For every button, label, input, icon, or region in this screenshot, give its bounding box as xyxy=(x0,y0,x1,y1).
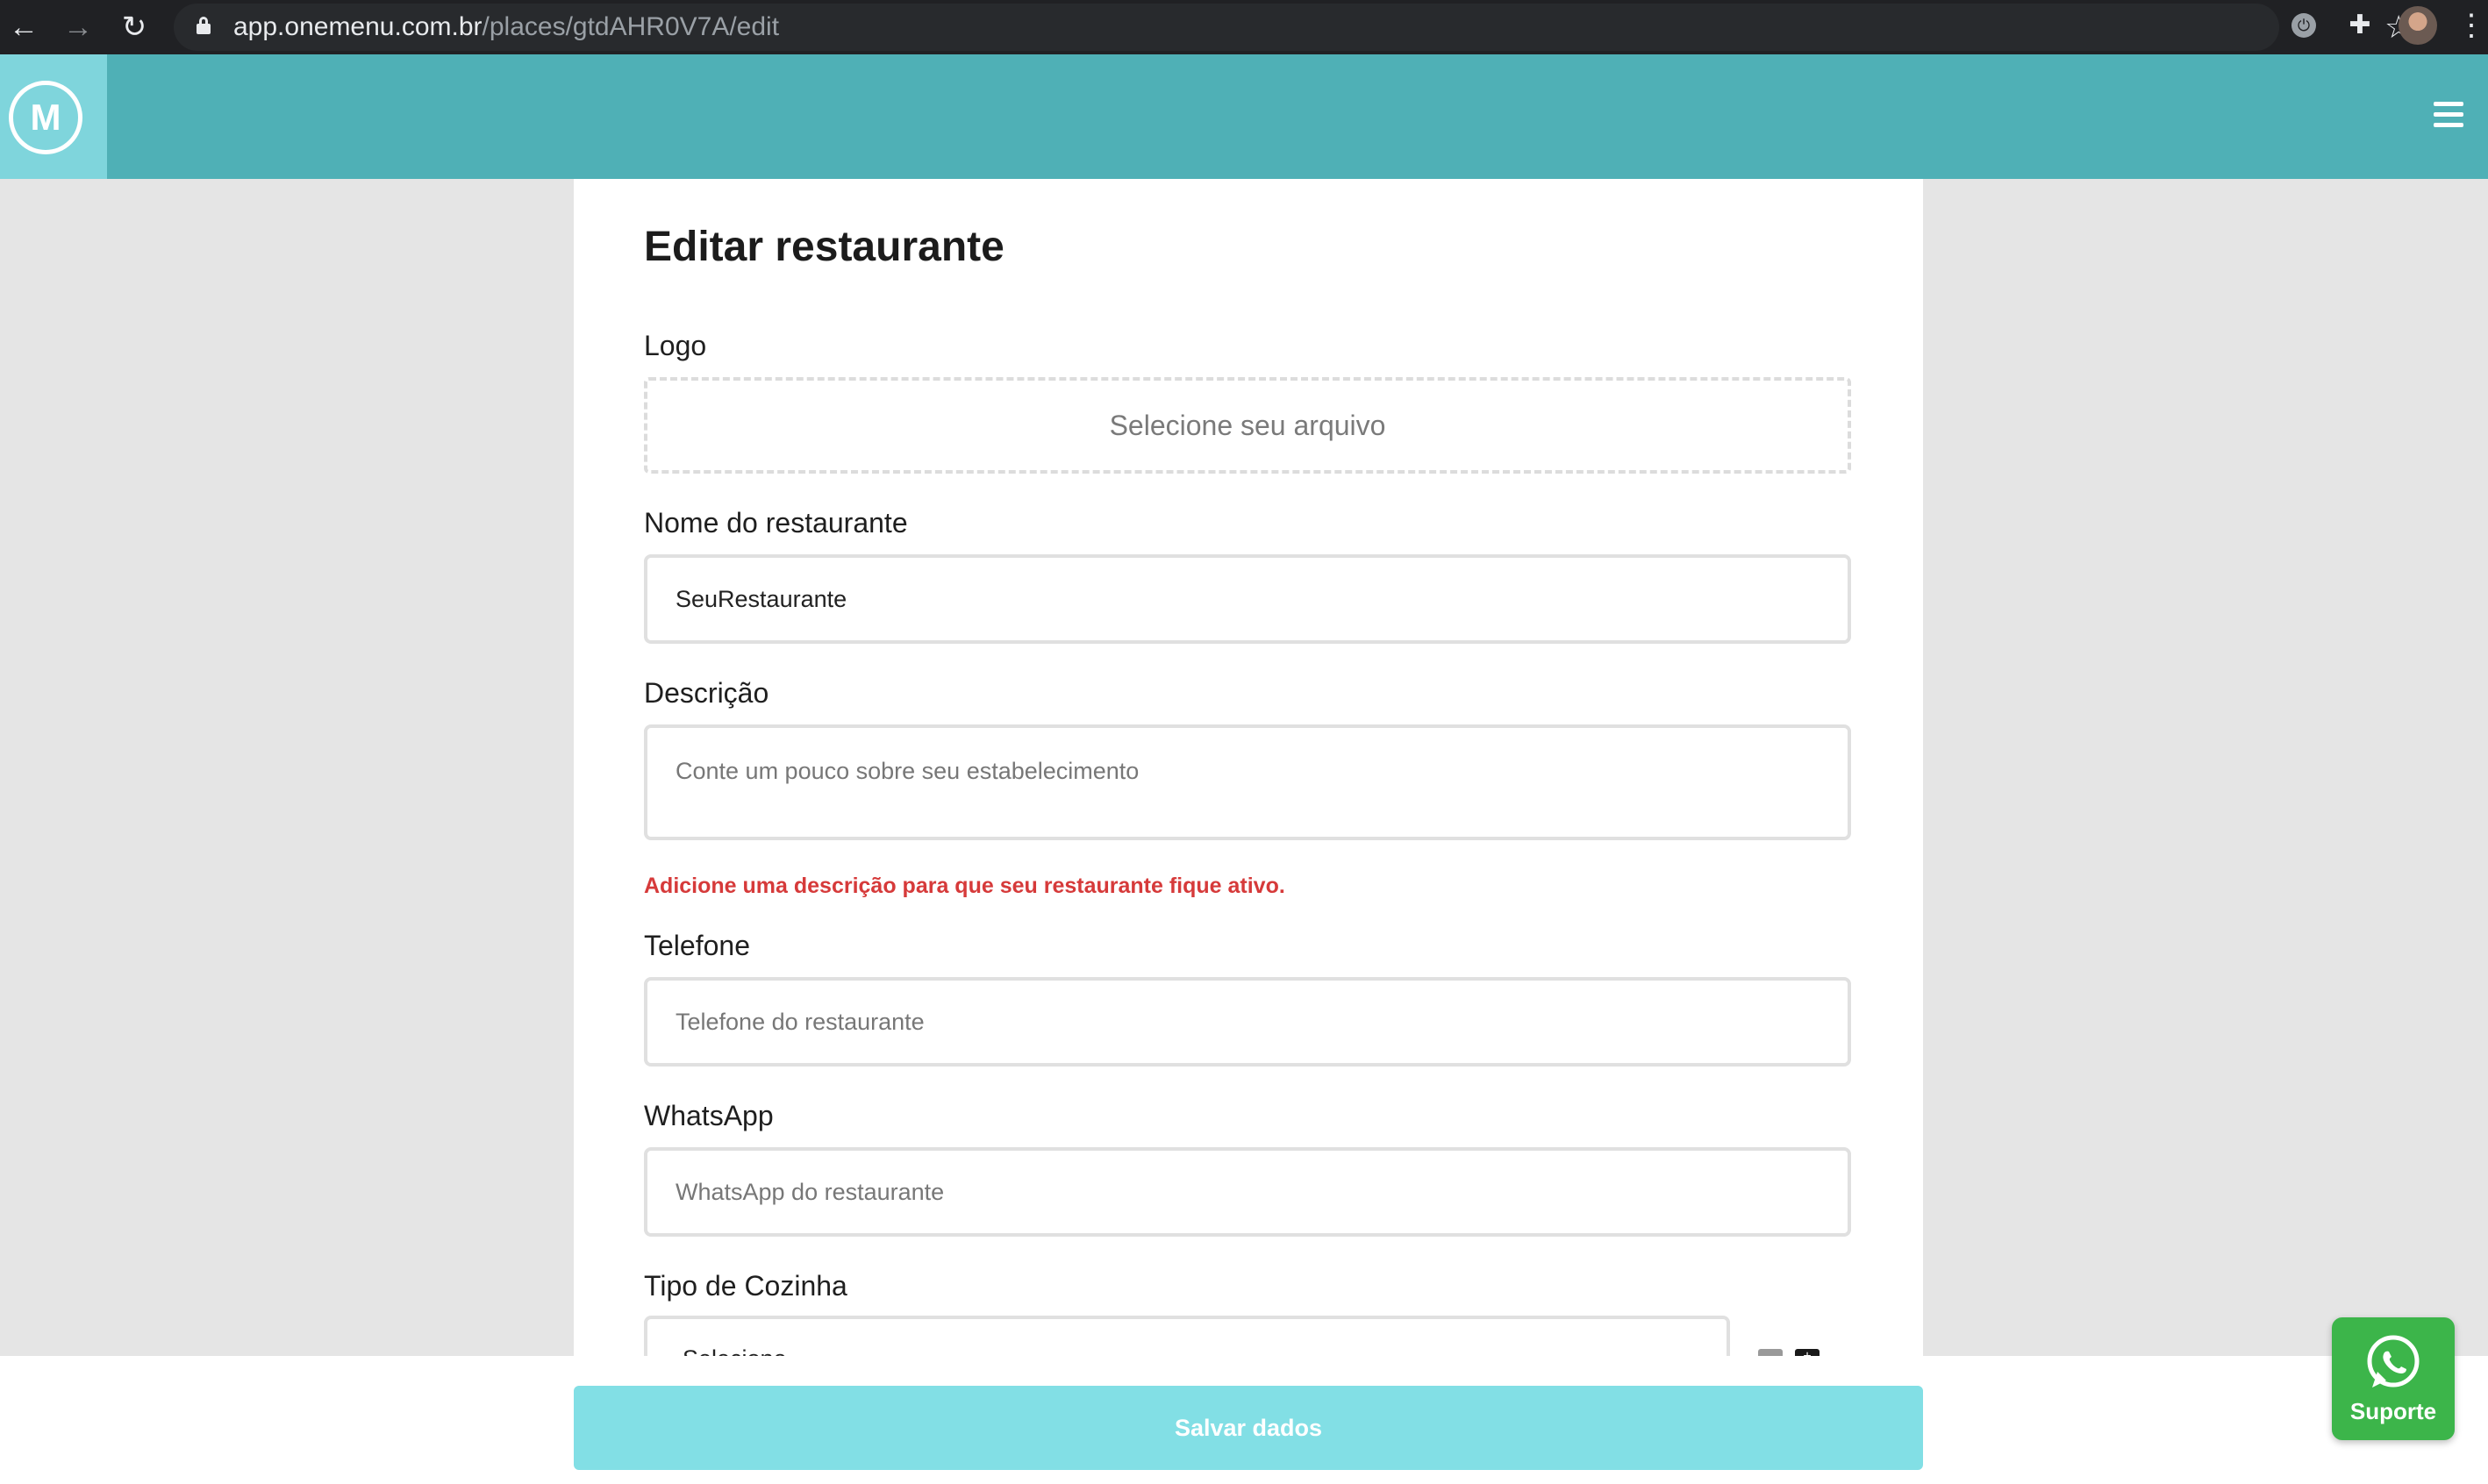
whatsapp-input[interactable] xyxy=(644,1147,1851,1237)
profile-avatar[interactable] xyxy=(2399,6,2437,45)
edit-restaurant-card: Editar restaurante Logo Selecione seu ar… xyxy=(574,179,1923,1386)
support-label: Suporte xyxy=(2349,1398,2437,1424)
reload-icon[interactable]: ↻ xyxy=(114,7,154,47)
back-arrow-icon[interactable]: ← xyxy=(4,7,44,47)
description-textarea[interactable] xyxy=(644,724,1851,840)
onemenu-logo-icon: M xyxy=(9,81,82,154)
logo-file-dropzone[interactable]: Selecione seu arquivo xyxy=(644,377,1851,474)
phone-label: Telefone xyxy=(644,930,750,961)
brand-area[interactable]: M xyxy=(0,54,107,179)
url-path: /places/gtdAHR0V7A/edit xyxy=(482,12,780,41)
bottom-action-bar: Salvar dados xyxy=(0,1356,2488,1484)
description-error-message: Adicione uma descrição para que seu rest… xyxy=(644,874,1285,898)
phone-input[interactable] xyxy=(644,977,1851,1067)
cuisine-type-label: Tipo de Cozinha xyxy=(644,1270,847,1302)
address-bar[interactable]: app.onemenu.com.br/places/gtdAHR0V7A/edi… xyxy=(174,4,2413,51)
lock-icon xyxy=(197,17,211,34)
restaurant-name-label: Nome do restaurante xyxy=(644,507,908,539)
forward-arrow-icon[interactable]: → xyxy=(58,7,98,47)
logo-label: Logo xyxy=(644,330,707,361)
extension-power-icon[interactable]: ⏻ xyxy=(2286,8,2321,43)
hamburger-menu-icon[interactable] xyxy=(2434,102,2463,128)
browser-toolbar: ← → ↻ app.onemenu.com.br/places/gtdAHR0V… xyxy=(0,0,2488,54)
url-host: app.onemenu.com.br xyxy=(233,12,483,41)
whatsapp-label: WhatsApp xyxy=(644,1100,774,1131)
whatsapp-support-button[interactable]: Suporte xyxy=(2332,1317,2455,1440)
page-title: Editar restaurante xyxy=(644,224,1004,270)
browser-menu-icon[interactable]: ⋮ xyxy=(2456,5,2486,46)
description-label: Descrição xyxy=(644,677,769,709)
app-header: M xyxy=(0,54,2488,179)
extensions-puzzle-icon[interactable]: ✚ xyxy=(2342,8,2377,43)
whatsapp-icon xyxy=(2367,1335,2420,1388)
url-text: app.onemenu.com.br/places/gtdAHR0V7A/edi… xyxy=(233,12,779,42)
save-data-button[interactable]: Salvar dados xyxy=(574,1386,1923,1470)
restaurant-name-input[interactable] xyxy=(644,554,1851,644)
